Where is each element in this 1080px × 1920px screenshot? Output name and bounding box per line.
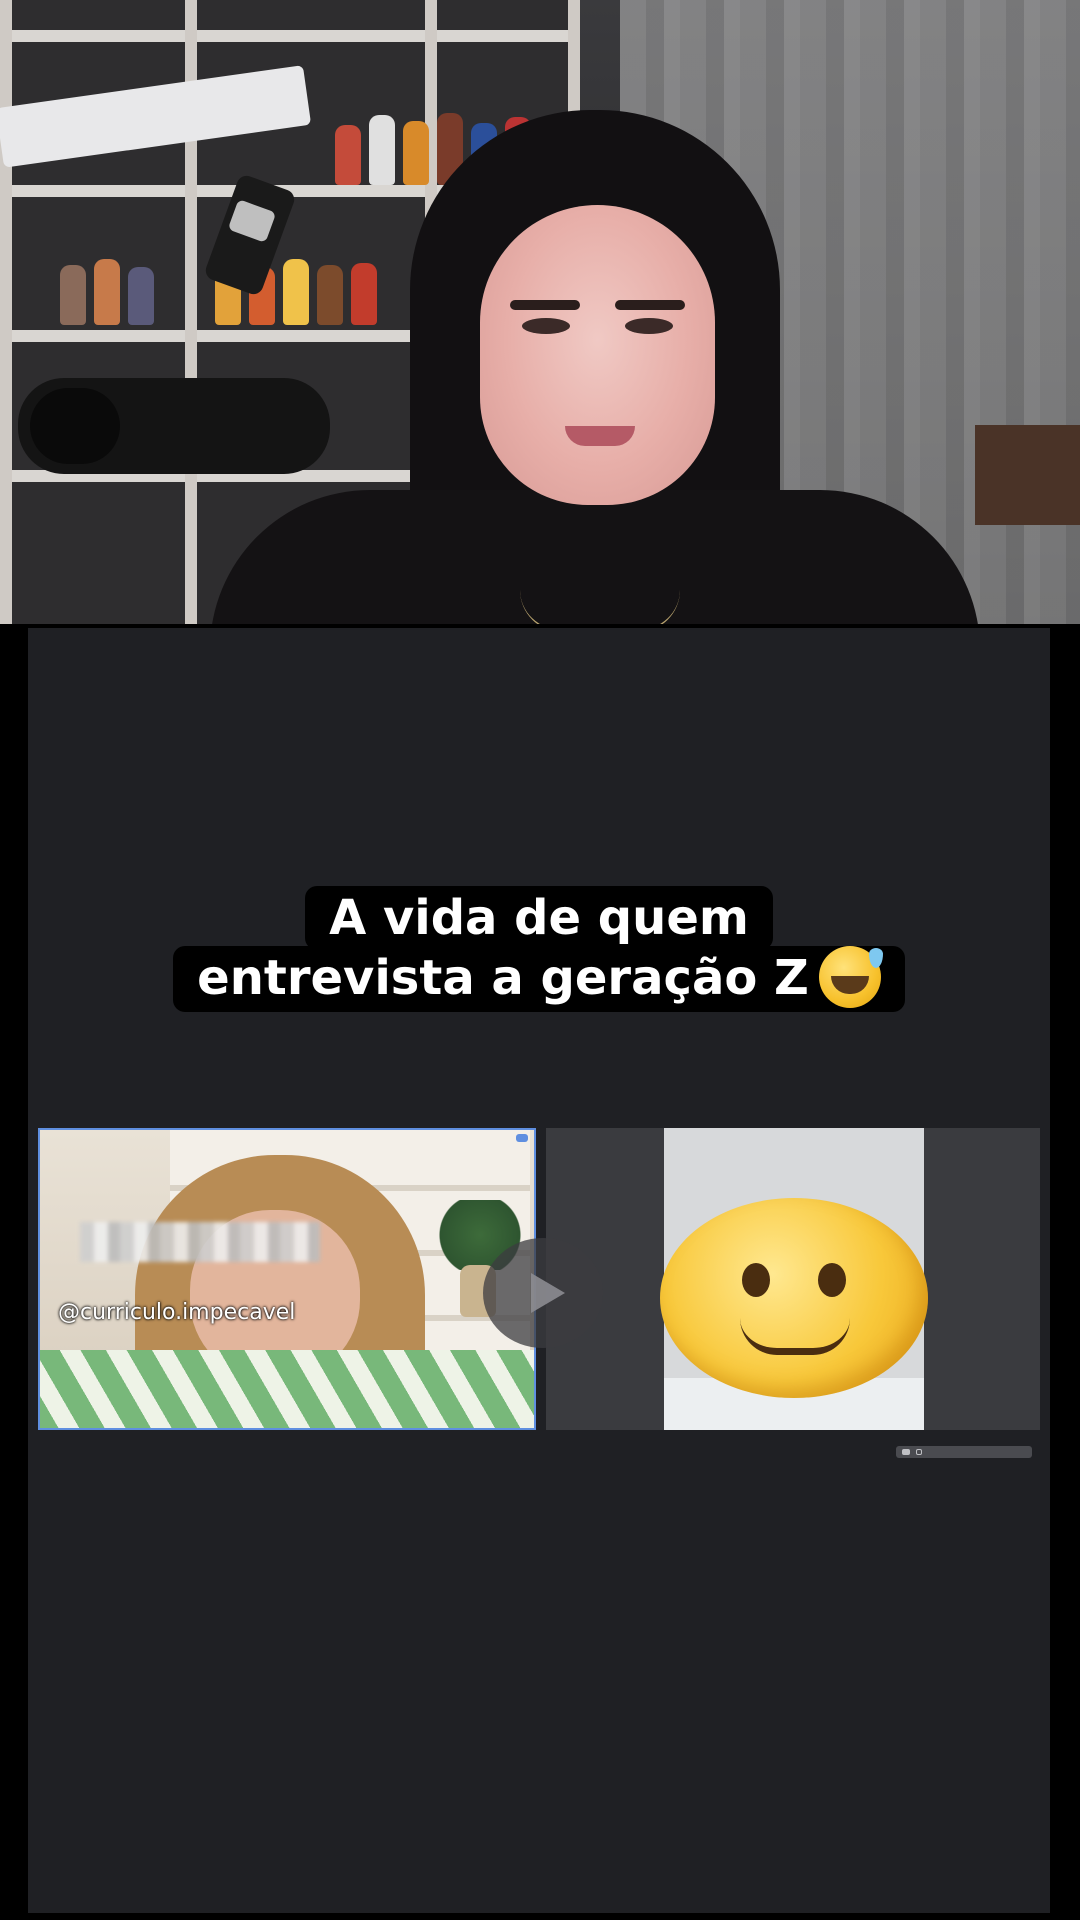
call-controls-bar[interactable] <box>896 1446 1032 1458</box>
video-call-participant-left: @curriculo.impecavel <box>38 1128 536 1430</box>
video-caption: A vida de quem entrevista a geração Z <box>28 886 1050 1012</box>
play-icon <box>531 1273 565 1313</box>
creator-watermark: @curriculo.impecavel <box>58 1300 296 1325</box>
blurred-name-overlay <box>80 1222 320 1262</box>
grinning-sweat-emoji-icon <box>818 946 883 1008</box>
emoji-eye-right <box>818 1263 846 1297</box>
eye-left <box>522 318 570 334</box>
streamer-face <box>480 205 715 505</box>
streamer-webcam <box>0 0 1080 624</box>
pin-icon <box>516 1134 528 1142</box>
interviewer-shirt <box>40 1350 534 1428</box>
emoji-eye-left <box>742 1263 770 1297</box>
necklace <box>520 590 680 624</box>
video-call-participant-right <box>546 1128 1040 1430</box>
wall-shelf <box>975 425 1080 525</box>
caption-line-2: entrevista a geração Z <box>173 946 905 1012</box>
video-frame: A vida de quem entrevista a geração Z @c… <box>28 628 1050 1913</box>
embedded-video: A vida de quem entrevista a geração Z @c… <box>0 624 1080 1920</box>
caption-line-2-text: entrevista a geração Z <box>197 950 809 1006</box>
caption-line-1: A vida de quem <box>305 886 773 950</box>
eyebrow-right <box>615 300 685 310</box>
streamer <box>210 110 980 624</box>
emoji-smile <box>740 1318 850 1355</box>
camera-icon[interactable] <box>916 1449 922 1455</box>
play-button[interactable] <box>483 1238 603 1348</box>
eyebrow-left <box>510 300 580 310</box>
mic-icon[interactable] <box>902 1449 910 1455</box>
microphone-grille <box>30 388 120 464</box>
mouth <box>565 426 635 446</box>
eye-right <box>625 318 673 334</box>
slightly-smiling-face-icon <box>660 1198 928 1398</box>
